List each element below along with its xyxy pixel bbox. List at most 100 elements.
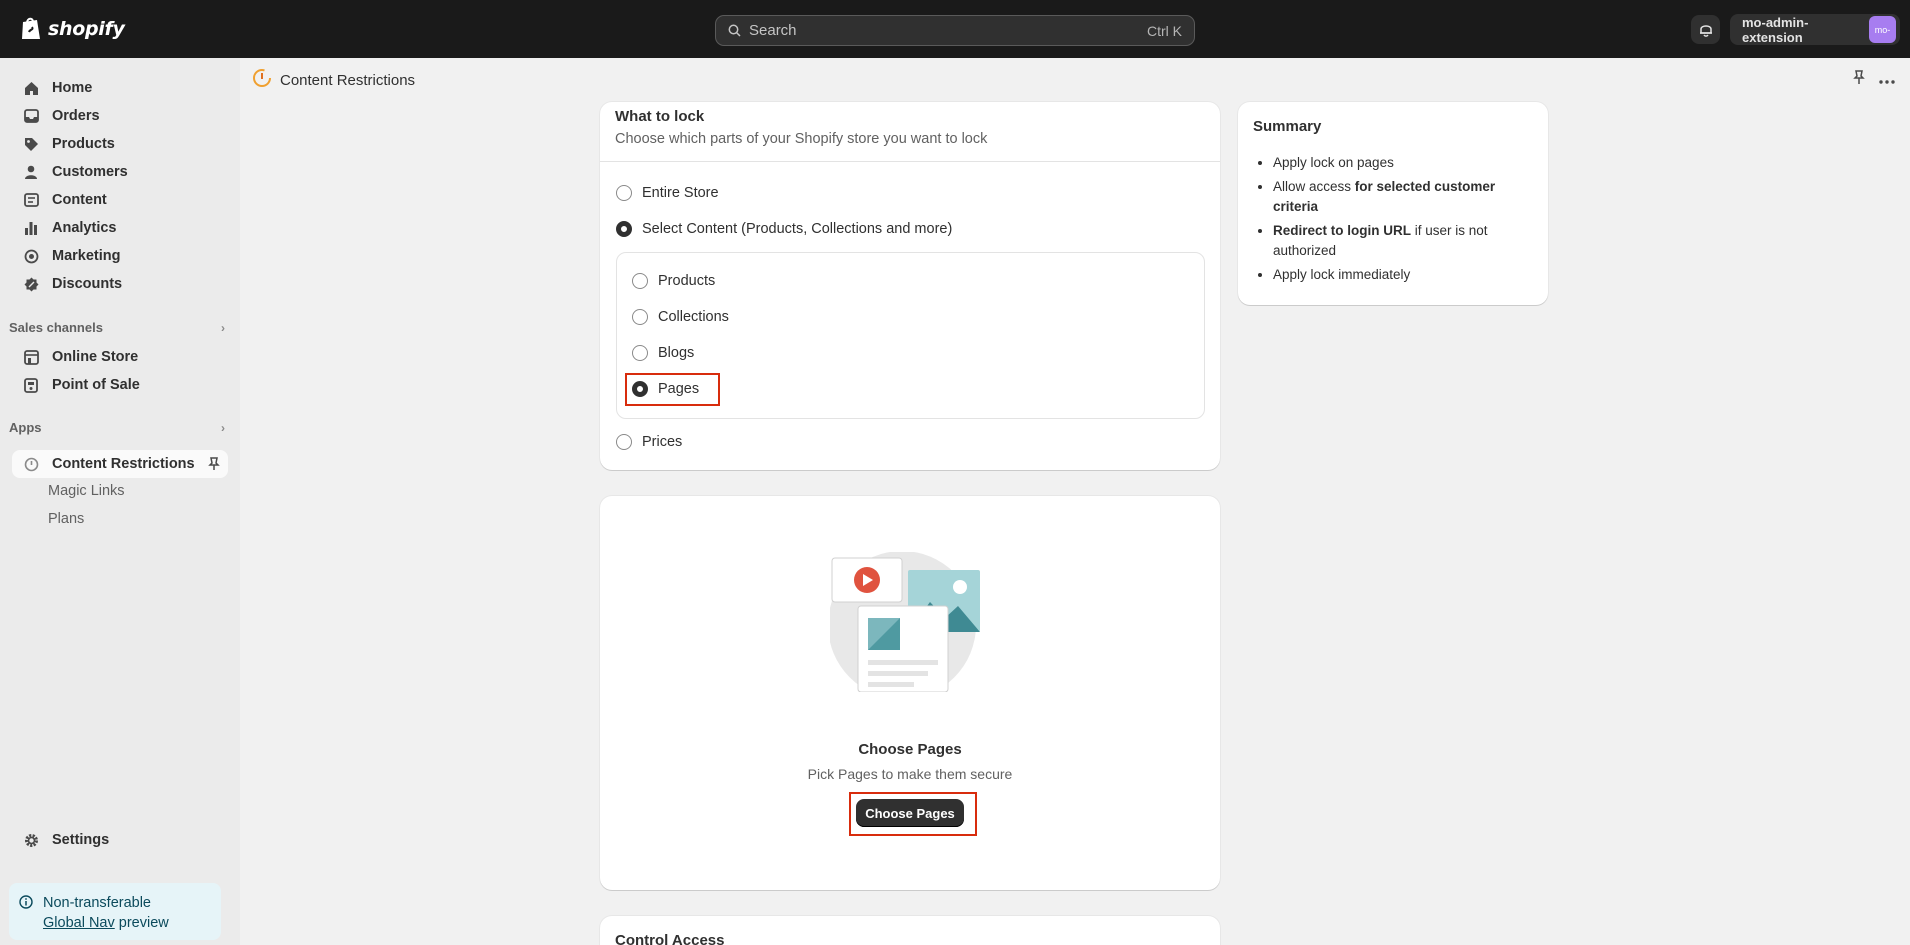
sidebar-item-label: Marketing bbox=[52, 248, 121, 264]
search-icon bbox=[728, 24, 741, 37]
option-label: Blogs bbox=[658, 345, 695, 361]
shopify-logo[interactable]: shopify bbox=[20, 16, 125, 41]
radio-button-selected[interactable] bbox=[616, 221, 632, 237]
notice-rest: preview bbox=[114, 915, 169, 931]
highlight-box bbox=[625, 373, 720, 406]
more-actions-icon[interactable] bbox=[1879, 71, 1895, 88]
option-label: Prices bbox=[642, 434, 683, 450]
option-prices[interactable]: Prices bbox=[616, 434, 682, 450]
highlight-box bbox=[849, 792, 977, 836]
pos-icon bbox=[22, 376, 40, 394]
content-icon bbox=[22, 191, 40, 209]
avatar: mo- bbox=[1869, 16, 1896, 43]
apps-section[interactable]: Apps › bbox=[9, 420, 225, 435]
summary-text: Allow access bbox=[1273, 179, 1355, 194]
sidebar-item-analytics[interactable]: Analytics bbox=[12, 214, 228, 242]
sidebar-item-content[interactable]: Content bbox=[12, 186, 228, 214]
account-menu[interactable]: mo-admin-extension mo- bbox=[1730, 14, 1900, 45]
home-icon bbox=[22, 79, 40, 97]
bell-icon bbox=[1699, 25, 1712, 37]
option-select-content[interactable]: Select Content (Products, Collections an… bbox=[616, 221, 952, 237]
target-icon bbox=[22, 247, 40, 265]
content-type-options: Products Collections Blogs Pages bbox=[616, 252, 1205, 419]
summary-text: Apply lock on pages bbox=[1273, 155, 1394, 170]
option-blogs[interactable]: Blogs bbox=[632, 345, 694, 361]
tag-icon bbox=[22, 135, 40, 153]
sidebar-item-products[interactable]: Products bbox=[12, 130, 228, 158]
bar-chart-icon bbox=[22, 219, 40, 237]
sidebar-item-label: Customers bbox=[52, 164, 128, 180]
sidebar-subitem-magic-links[interactable]: Magic Links bbox=[48, 483, 125, 499]
radio-button[interactable] bbox=[616, 434, 632, 450]
chevron-right-icon: › bbox=[221, 320, 225, 335]
choose-pages-card: Choose Pages Pick Pages to make them sec… bbox=[600, 496, 1220, 890]
sidebar-item-label: Point of Sale bbox=[52, 377, 140, 393]
brand-name: shopify bbox=[48, 17, 125, 40]
section-label: Apps bbox=[9, 420, 42, 435]
sidebar-item-content-restrictions[interactable]: Content Restrictions bbox=[12, 450, 228, 478]
radio-button[interactable] bbox=[632, 309, 648, 325]
sidebar-item-orders[interactable]: Orders bbox=[12, 102, 228, 130]
page-title-text: Content Restrictions bbox=[280, 71, 416, 89]
choose-pages-title: Choose Pages bbox=[858, 741, 962, 758]
sidebar-item-label: Discounts bbox=[52, 276, 123, 292]
store-icon bbox=[22, 348, 40, 366]
info-icon bbox=[19, 895, 33, 940]
sidebar-item-settings[interactable]: Settings bbox=[12, 826, 228, 854]
radio-button[interactable] bbox=[616, 185, 632, 201]
search-placeholder: Search bbox=[749, 22, 797, 39]
sidebar-item-online-store[interactable]: Online Store bbox=[12, 343, 228, 371]
what-to-lock-title: What to lock bbox=[615, 108, 705, 125]
summary-card: Summary Apply lock on pages Allow access… bbox=[1238, 102, 1548, 305]
sidebar-item-discounts[interactable]: Discounts bbox=[12, 270, 228, 298]
control-access-title: Control Access bbox=[615, 932, 725, 945]
sidebar-item-label: Settings bbox=[52, 832, 110, 848]
option-products[interactable]: Products bbox=[632, 273, 715, 289]
global-nav-link[interactable]: Global Nav bbox=[43, 915, 115, 931]
summary-title: Summary bbox=[1253, 118, 1322, 135]
sidebar-item-point-of-sale[interactable]: Point of Sale bbox=[12, 371, 228, 399]
option-entire-store[interactable]: Entire Store bbox=[616, 185, 719, 201]
pin-icon[interactable] bbox=[1853, 70, 1865, 89]
sidebar-item-label: Home bbox=[52, 80, 93, 96]
notifications-button[interactable] bbox=[1691, 15, 1720, 44]
sidebar-item-customers[interactable]: Customers bbox=[12, 158, 228, 186]
option-label: Select Content (Products, Collections an… bbox=[642, 221, 953, 237]
what-to-lock-card: What to lock Choose which parts of your … bbox=[600, 102, 1220, 470]
sidebar-subitem-plans[interactable]: Plans bbox=[48, 511, 84, 527]
page-title: Content Restrictions bbox=[252, 68, 415, 92]
choose-pages-subtitle: Pick Pages to make them secure bbox=[807, 766, 1013, 782]
what-to-lock-subtitle: Choose which parts of your Shopify store… bbox=[615, 131, 988, 147]
account-name: mo-admin-extension bbox=[1742, 14, 1809, 45]
global-nav-notice: Non-transferable Global Nav preview bbox=[9, 883, 221, 940]
sidebar-item-label: Analytics bbox=[52, 220, 117, 236]
what-to-lock-header: What to lock Choose which parts of your … bbox=[600, 102, 1220, 162]
sidebar-item-label: Online Store bbox=[52, 349, 139, 365]
summary-item: Apply lock immediately bbox=[1273, 265, 1533, 285]
sidebar-item-label: Content bbox=[52, 192, 107, 208]
radio-button[interactable] bbox=[632, 273, 648, 289]
sidebar: Home Orders Products Customers Content A… bbox=[0, 58, 240, 945]
sidebar-item-marketing[interactable]: Marketing bbox=[12, 242, 228, 270]
chevron-right-icon: › bbox=[221, 420, 225, 435]
option-label: Products bbox=[658, 273, 716, 289]
pin-icon[interactable] bbox=[208, 457, 220, 471]
shopify-bag-icon bbox=[22, 17, 40, 39]
summary-item: Redirect to login URL if user is not aut… bbox=[1273, 221, 1533, 261]
summary-item: Allow access for selected customer crite… bbox=[1273, 177, 1533, 217]
sidebar-item-label: Products bbox=[52, 136, 115, 152]
radio-button[interactable] bbox=[632, 345, 648, 361]
search-input[interactable]: Search Ctrl K bbox=[715, 15, 1195, 46]
option-collections[interactable]: Collections bbox=[632, 309, 729, 325]
sidebar-item-home[interactable]: Home bbox=[12, 74, 228, 102]
media-illustration bbox=[830, 552, 980, 692]
person-icon bbox=[22, 163, 40, 181]
orders-icon bbox=[22, 107, 40, 125]
top-bar: shopify Search Ctrl K mo-admin-extension… bbox=[0, 0, 1910, 58]
summary-item: Apply lock on pages bbox=[1273, 153, 1533, 173]
option-label: Collections bbox=[658, 309, 729, 325]
app-icon bbox=[22, 455, 40, 473]
sidebar-item-label: Content Restrictions bbox=[52, 456, 195, 472]
discount-icon bbox=[22, 275, 40, 293]
sales-channels-section[interactable]: Sales channels › bbox=[9, 320, 225, 335]
